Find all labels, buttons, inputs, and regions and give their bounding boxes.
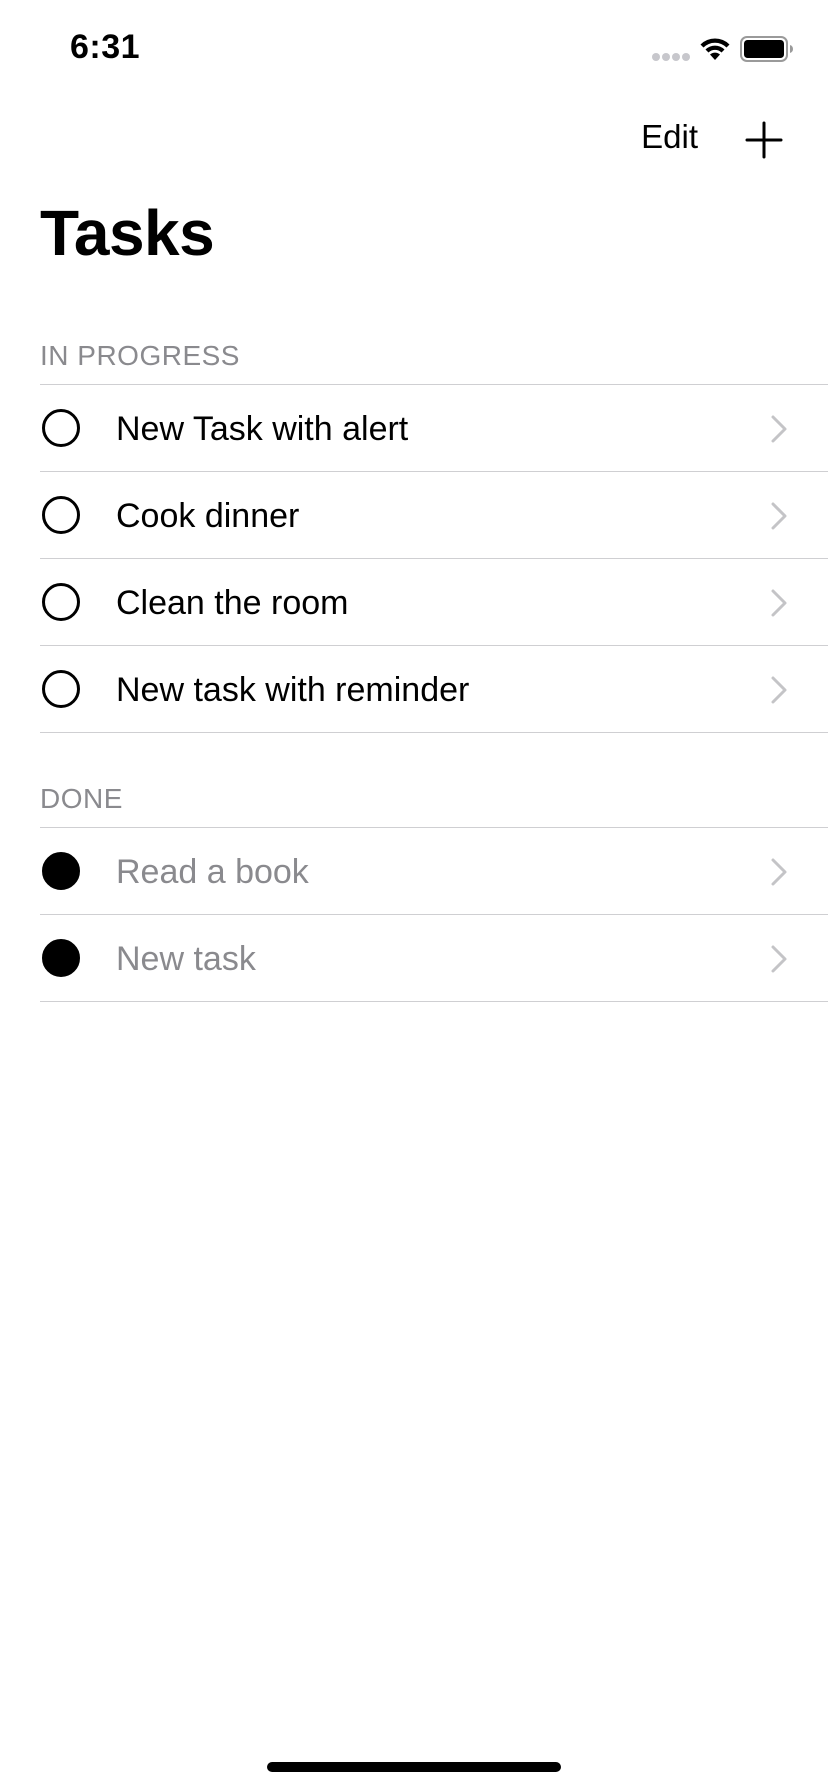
chevron-right-icon: [771, 858, 787, 886]
incomplete-circle-icon[interactable]: [42, 583, 80, 621]
incomplete-circle-icon[interactable]: [42, 670, 80, 708]
cellular-signal-icon: [652, 53, 690, 61]
edit-button[interactable]: Edit: [641, 118, 698, 156]
task-row[interactable]: New task: [40, 915, 828, 1002]
status-bar: 6:31: [0, 0, 828, 96]
chevron-right-icon: [771, 676, 787, 704]
plus-icon[interactable]: [744, 120, 784, 160]
task-row[interactable]: Read a book: [40, 828, 828, 915]
section-header: IN PROGRESS: [40, 340, 240, 371]
chevron-right-icon: [771, 945, 787, 973]
task-row[interactable]: New task with reminder: [40, 646, 828, 733]
section-in-progress: IN PROGRESS New Task with alert Cook din…: [40, 336, 828, 733]
task-label: Read a book: [116, 853, 309, 891]
section-done: DONE Read a book New task: [40, 779, 828, 1002]
task-label: Clean the room: [116, 584, 349, 622]
incomplete-circle-icon[interactable]: [42, 496, 80, 534]
complete-circle-icon[interactable]: [42, 939, 80, 977]
section-header: DONE: [40, 783, 123, 814]
page-title: Tasks: [40, 197, 215, 269]
task-row[interactable]: Cook dinner: [40, 472, 828, 559]
home-indicator[interactable]: [267, 1762, 561, 1772]
complete-circle-icon[interactable]: [42, 852, 80, 890]
task-label: Cook dinner: [116, 497, 300, 535]
tasks-screen: 6:31 Edit Tasks IN PROGRESS New Task wit…: [0, 0, 828, 1792]
task-row[interactable]: Clean the room: [40, 559, 828, 646]
task-label: New Task with alert: [116, 410, 409, 448]
status-time: 6:31: [70, 28, 141, 66]
task-row[interactable]: New Task with alert: [40, 385, 828, 472]
chevron-right-icon: [771, 589, 787, 617]
task-list: New Task with alert Cook dinner Clean th…: [40, 384, 828, 733]
chevron-right-icon: [771, 415, 787, 443]
wifi-icon: [700, 38, 730, 60]
task-label: New task with reminder: [116, 671, 470, 709]
incomplete-circle-icon[interactable]: [42, 409, 80, 447]
task-label: New task: [116, 940, 256, 978]
chevron-right-icon: [771, 502, 787, 530]
task-list: Read a book New task: [40, 827, 828, 1002]
battery-icon: [740, 36, 793, 62]
